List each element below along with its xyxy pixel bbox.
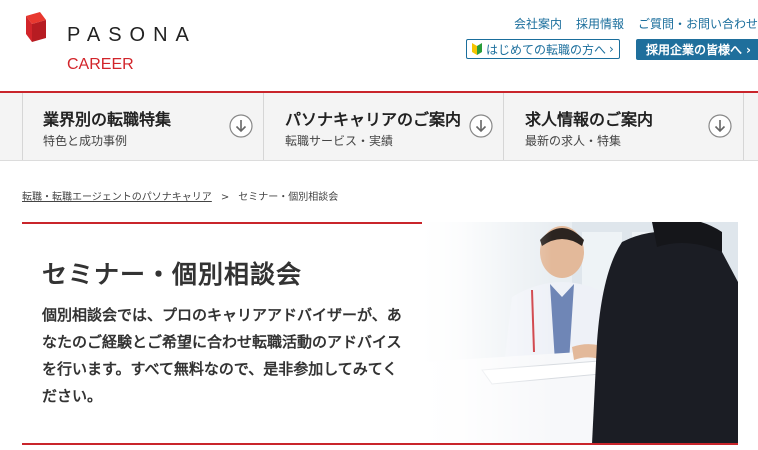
recruit-info-link[interactable]: 採用情報 (576, 17, 624, 31)
circle-down-arrow-icon (469, 114, 493, 138)
hero-photo-fade (422, 222, 552, 444)
breadcrumb-home-link[interactable]: 転職・転職エージェントのパソナキャリア (22, 192, 212, 203)
nav-item-industry[interactable]: 業界別の転職特集 特色と成功事例 (22, 93, 263, 160)
site-header: PASONA CAREER 会社案内 採用情報 ご質問・お問い合わせ はじめての転職… (0, 0, 758, 92)
nav-item-jobs[interactable]: 求人情報のご案内 最新の求人・特集 (503, 93, 743, 160)
global-nav: 業界別の転職特集 特色と成功事例 パソナキャリアのご案内 転職サービス・実績 求… (0, 91, 758, 161)
contact-link[interactable]: ご質問・お問い合わせ (638, 17, 758, 31)
page-title: セミナー・個別相談会 (42, 260, 303, 289)
chevron-right-icon: › (746, 42, 751, 57)
circle-down-arrow-icon (708, 114, 732, 138)
nav-item-about[interactable]: パソナキャリアのご案内 転職サービス・実績 (263, 93, 503, 160)
hero-bottom-rule (22, 443, 738, 445)
utility-links: 会社案内 採用情報 ご質問・お問い合わせ (500, 15, 758, 32)
nav-item-title: 業界別の転職特集 (43, 110, 172, 129)
breadcrumb: 転職・転職エージェントのパソナキャリア > セミナー・個別相談会 (22, 188, 338, 203)
nav-item-subtitle: 転職サービス・実績 (285, 134, 394, 148)
first-time-button-label: はじめての転職の方へ (486, 42, 607, 57)
breadcrumb-current: セミナー・個別相談会 (238, 192, 339, 203)
pasona-logo-mark-icon (26, 12, 46, 42)
first-time-button[interactable]: はじめての転職の方へ › (466, 39, 620, 59)
nav-item-title: 求人情報のご案内 (525, 110, 654, 129)
employer-button-label: 採用企業の皆様へ (646, 43, 743, 57)
logo-subtitle: CAREER (67, 56, 134, 73)
nav-item-subtitle: 特色と成功事例 (43, 134, 128, 148)
circle-down-arrow-icon (229, 114, 253, 138)
nav-item-subtitle: 最新の求人・特集 (525, 134, 622, 148)
chevron-right-icon: › (609, 42, 614, 56)
employer-button[interactable]: 採用企業の皆様へ › (636, 39, 758, 60)
site-logo[interactable]: PASONA CAREER (22, 12, 222, 73)
page-description: 個別相談会では、プロのキャリアアドバイザーが、あなたのご経験とご希望に合わせ転職… (42, 306, 402, 405)
company-info-link[interactable]: 会社案内 (514, 17, 562, 31)
breadcrumb-separator: > (220, 192, 230, 203)
nav-divider (743, 93, 744, 160)
beginner-mark-icon (472, 43, 482, 55)
hero-section: セミナー・個別相談会 個別相談会では、プロのキャリアアドバイザーが、あなたのご経… (22, 222, 738, 444)
logo-wordmark: PASONA (67, 24, 197, 46)
nav-item-title: パソナキャリアのご案内 (285, 110, 462, 129)
